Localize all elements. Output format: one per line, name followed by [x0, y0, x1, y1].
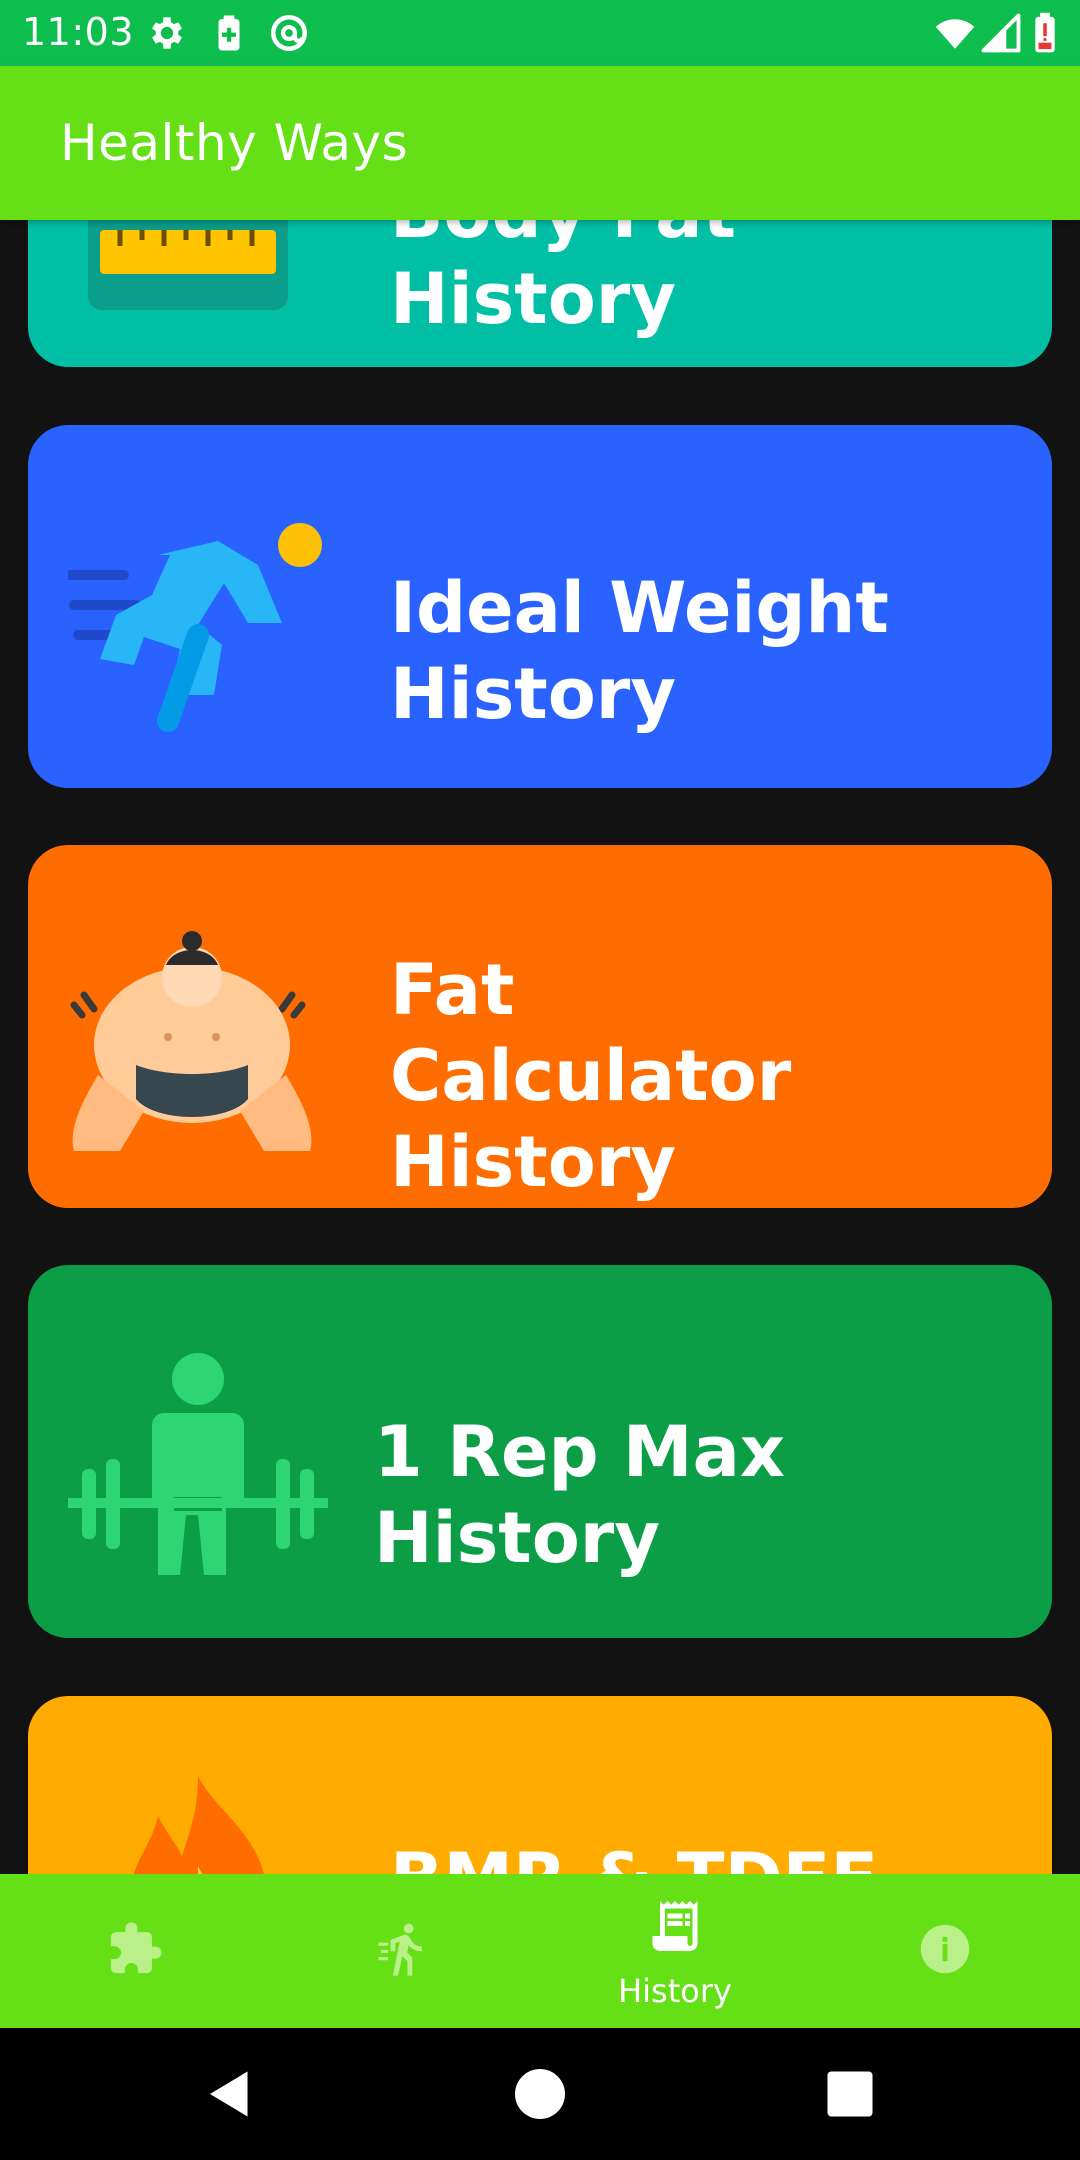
fat-calculator-history-card[interactable]: Fat Calculator History: [28, 845, 1052, 1208]
recents-icon[interactable]: [820, 2064, 880, 2124]
rep-max-history-card[interactable]: 1 Rep Max History: [28, 1265, 1052, 1638]
card-label: BMR & TDEE History: [390, 1836, 1022, 1874]
back-icon[interactable]: [200, 2064, 260, 2124]
info-icon: [920, 1924, 970, 1974]
app-title: Healthy Ways: [60, 114, 409, 172]
nav-item-history[interactable]: History: [540, 1874, 810, 2028]
card-label: 1 Rep Max History: [374, 1411, 785, 1579]
system-nav-bar: [0, 2028, 1080, 2160]
nav-label-history: History: [618, 1972, 732, 2010]
gear-icon: [146, 12, 188, 54]
card-label: Body Fat History: [390, 220, 736, 340]
wifi-icon: [934, 12, 976, 54]
signal-icon: [980, 12, 1022, 54]
app-bar: Healthy Ways: [0, 66, 1080, 220]
card-label: Ideal Weight History: [390, 567, 889, 735]
nav-item-about[interactable]: [810, 1874, 1080, 2028]
ideal-weight-history-card[interactable]: Ideal Weight History: [28, 425, 1052, 788]
measuring-tape-icon: [68, 220, 328, 360]
history-list[interactable]: Body Fat History Ideal Weight History: [0, 220, 1080, 1874]
at-sign-icon: [268, 12, 310, 54]
nav-item-tools[interactable]: [0, 1874, 270, 2028]
battery-low-icon: [1028, 12, 1062, 54]
status-bar: 11:03: [0, 0, 1080, 66]
status-time: 11:03: [22, 10, 135, 54]
fire-icon: [68, 1776, 328, 1874]
body-fat-history-card[interactable]: Body Fat History: [28, 220, 1052, 367]
runner-icon: [68, 515, 328, 735]
home-icon[interactable]: [510, 2064, 570, 2124]
battery-saver-icon: [208, 12, 250, 54]
sumo-wrestler-icon: [68, 925, 328, 1155]
card-label: Fat Calculator History: [390, 949, 792, 1203]
receipt-icon: [652, 1901, 698, 1951]
nav-item-exercise[interactable]: [270, 1874, 540, 2028]
weightlifter-icon: [68, 1351, 328, 1591]
puzzle-icon: [110, 1922, 162, 1974]
bottom-nav: History: [0, 1874, 1080, 2028]
running-person-icon: [378, 1923, 422, 1976]
bmr-tdee-history-card[interactable]: BMR & TDEE History: [28, 1696, 1052, 1874]
